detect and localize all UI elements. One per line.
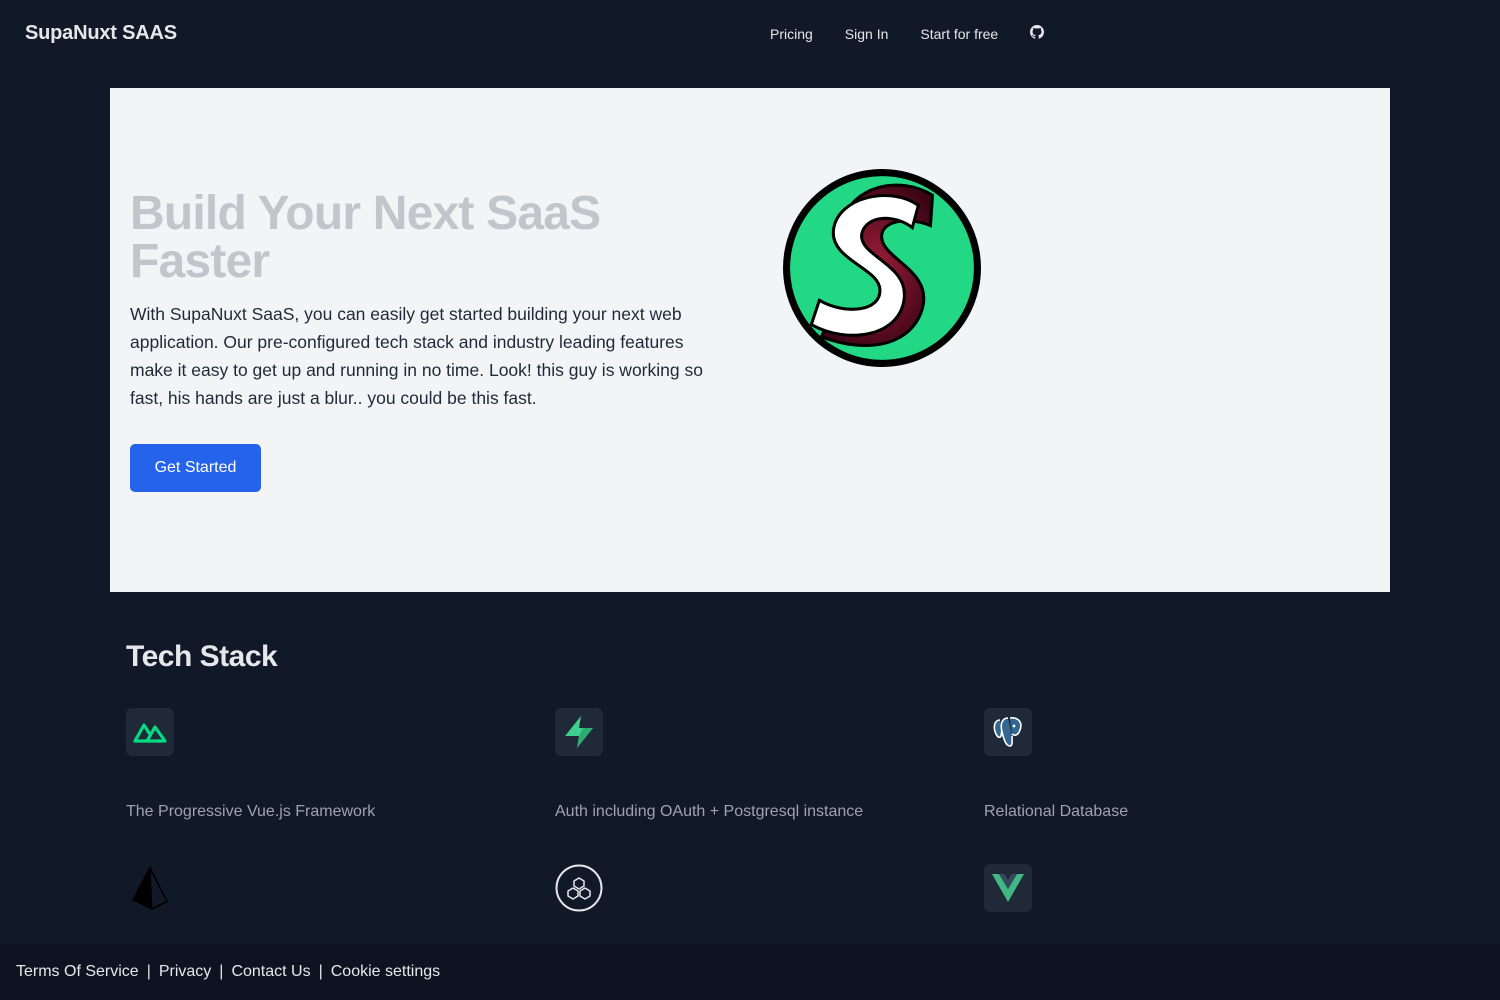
supanuxt-logo-icon <box>783 169 981 367</box>
nuxt-tile <box>126 708 174 756</box>
footer: Terms Of Service | Privacy | Contact Us … <box>0 944 1500 1000</box>
postgresql-tile <box>984 708 1032 756</box>
tech-stack-title: Tech Stack <box>126 640 278 673</box>
supabase-tile <box>555 708 603 756</box>
contact-link[interactable]: Contact Us <box>231 963 310 981</box>
tech-description: Auth including OAuth + Postgresql instan… <box>555 803 864 820</box>
prisma-tile <box>126 864 174 912</box>
supabase-icon <box>565 716 593 748</box>
terms-link[interactable]: Terms Of Service <box>16 963 139 981</box>
nav-sign-in-link[interactable]: Sign In <box>845 25 889 43</box>
footer-separator: | <box>219 963 224 980</box>
get-started-button[interactable]: Get Started <box>130 444 261 492</box>
footer-separator: | <box>146 963 151 980</box>
github-link[interactable] <box>1030 25 1045 43</box>
main-nav: Pricing Sign In Start for free <box>770 25 1045 43</box>
hero-title: Build Your Next SaaS Faster <box>130 187 601 288</box>
prisma-icon <box>132 865 168 911</box>
github-icon <box>1030 25 1045 39</box>
cookie-settings-link[interactable]: Cookie settings <box>331 963 440 981</box>
hero-section: Build Your Next SaaS Faster With SupaNux… <box>110 88 1390 592</box>
vue-tile <box>984 864 1032 912</box>
brand-link[interactable]: SupaNuxt SAAS <box>25 22 177 45</box>
privacy-link[interactable]: Privacy <box>159 963 211 981</box>
nuxt-icon <box>133 723 167 743</box>
top-navbar: SupaNuxt SAAS Pricing Sign In Start for … <box>0 0 1500 70</box>
vue-icon <box>992 874 1024 902</box>
postgresql-icon <box>993 717 1022 747</box>
hero-description: With SupaNuxt SaaS, you can easily get s… <box>130 304 703 408</box>
nav-pricing-link[interactable]: Pricing <box>770 25 813 43</box>
tech-description: The Progressive Vue.js Framework <box>126 803 376 820</box>
tech-description: Relational Database <box>984 803 1129 820</box>
nav-start-free-link[interactable]: Start for free <box>920 25 998 43</box>
page: SupaNuxt SAAS Pricing Sign In Start for … <box>0 0 1500 1000</box>
footer-separator: | <box>318 963 323 980</box>
trpc-icon <box>555 864 603 912</box>
trpc-tile <box>555 864 603 912</box>
